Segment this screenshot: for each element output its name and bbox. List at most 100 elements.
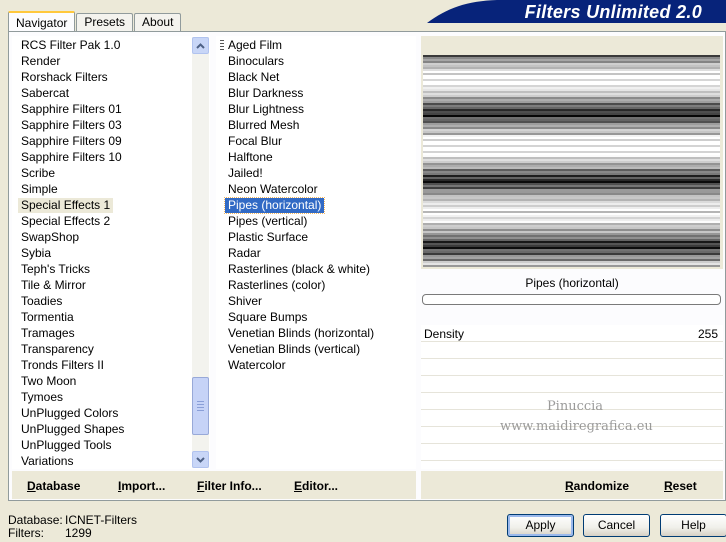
preview-stripe — [423, 147, 720, 149]
category-list[interactable]: RCS Filter Pak 1.0 Render Rorshack Filters… — [12, 36, 210, 469]
preview-stripe — [423, 171, 720, 173]
preview-stripe — [423, 79, 720, 81]
chevron-up-icon — [196, 42, 205, 49]
cancel-button[interactable]: Cancel — [583, 514, 650, 537]
category-item[interactable]: Simple — [18, 182, 61, 197]
category-item[interactable]: Sapphire Filters 03 — [18, 118, 125, 133]
filter-item[interactable]: Blurred Mesh — [225, 118, 302, 133]
preview-stripe — [423, 255, 720, 257]
category-item[interactable]: Toadies — [18, 294, 65, 309]
preview-stripe — [423, 125, 720, 127]
preview-stripe — [423, 219, 720, 221]
preview-stripe — [423, 177, 720, 179]
category-item[interactable]: Transparency — [18, 342, 97, 357]
filter-item[interactable]: Pipes (horizontal) — [223, 197, 326, 214]
filter-item[interactable]: Shiver — [225, 294, 265, 309]
filter-item[interactable]: Binoculars — [225, 54, 287, 69]
param-row-empty — [421, 376, 723, 393]
preview-stripe — [423, 109, 720, 111]
preview-stripe — [423, 167, 720, 169]
preview-stripe — [423, 131, 720, 133]
randomize-button[interactable]: Randomize — [565, 479, 629, 493]
preview-stripe — [423, 223, 720, 225]
category-item[interactable]: Special Effects 1 — [18, 198, 114, 213]
category-item[interactable]: Rorshack Filters — [18, 70, 111, 85]
category-item[interactable]: RCS Filter Pak 1.0 — [18, 38, 123, 53]
filter-item[interactable]: Radar — [225, 246, 264, 261]
filter-item[interactable]: Watercolor — [225, 358, 289, 373]
filter-item[interactable]: Blur Darkness — [225, 86, 306, 101]
filter-item[interactable]: Aged Film — [225, 38, 285, 53]
filter-item[interactable]: Neon Watercolor — [225, 182, 321, 197]
category-item[interactable]: UnPlugged Colors — [18, 406, 121, 421]
category-item[interactable]: Special Effects 2 — [18, 214, 113, 229]
filter-item[interactable]: Venetian Blinds (vertical) — [225, 342, 363, 357]
scroll-up-button[interactable] — [192, 37, 209, 54]
category-item[interactable]: Tile & Mirror — [18, 278, 89, 293]
preview-stripe — [423, 211, 720, 213]
preview-stripe — [423, 141, 720, 143]
category-item[interactable]: Tronds Filters II — [18, 358, 107, 373]
filter-item[interactable]: Plastic Surface — [225, 230, 311, 245]
preview-stripe — [423, 245, 720, 247]
category-item[interactable]: SwapShop — [18, 230, 82, 245]
category-item[interactable]: Sapphire Filters 10 — [18, 150, 125, 165]
filter-item[interactable]: Square Bumps — [225, 310, 310, 325]
preview-stripe — [423, 163, 720, 165]
category-item[interactable]: Sabercat — [18, 86, 72, 101]
preview-image — [423, 55, 720, 267]
category-item[interactable]: Tormentia — [18, 310, 77, 325]
filter-item[interactable]: Jailed! — [225, 166, 266, 181]
filter-item[interactable]: Pipes (vertical) — [225, 214, 310, 229]
apply-button[interactable]: Apply — [507, 514, 574, 537]
preview-stripe — [423, 145, 720, 147]
param-value: 255 — [697, 327, 718, 341]
filter-item[interactable]: Venetian Blinds (horizontal) — [225, 326, 377, 341]
preview-stripe — [423, 185, 720, 187]
category-item[interactable]: Sapphire Filters 09 — [18, 134, 125, 149]
scroll-thumb[interactable] — [192, 377, 209, 435]
filter-item[interactable]: Rasterlines (black & white) — [225, 262, 373, 277]
category-item[interactable]: Tymoes — [18, 390, 66, 405]
category-item[interactable]: Variations — [18, 454, 76, 469]
category-item[interactable]: Sapphire Filters 01 — [18, 102, 125, 117]
category-item[interactable]: Sybia — [18, 246, 54, 261]
filter-item[interactable]: Blur Lightness — [225, 102, 307, 117]
preview-stripe — [423, 227, 720, 229]
preview-stripe — [423, 75, 720, 77]
category-scrollbar[interactable] — [192, 37, 209, 468]
category-item[interactable]: Two Moon — [18, 374, 79, 389]
preview-stripe — [423, 205, 720, 207]
watermark-url: www.maidiregrafica.eu — [500, 419, 653, 434]
preview-stripe — [423, 195, 720, 197]
category-item[interactable]: Teph's Tricks — [18, 262, 93, 277]
filter-item[interactable]: Rasterlines (color) — [225, 278, 328, 293]
database-button[interactable]: Database — [27, 479, 80, 493]
category-item[interactable]: Tramages — [18, 326, 78, 341]
category-item[interactable]: Render — [18, 54, 63, 69]
category-item[interactable]: UnPlugged Shapes — [18, 422, 127, 437]
tab-navigator[interactable]: Navigator — [8, 11, 76, 32]
category-item[interactable]: Scribe — [18, 166, 58, 181]
filter-info-button[interactable]: Filter Info... — [197, 479, 262, 493]
preview-stripe — [423, 265, 720, 267]
preview-stripe — [423, 257, 720, 259]
filter-item[interactable]: Halftone — [225, 150, 276, 165]
category-item[interactable]: UnPlugged Tools — [18, 438, 115, 453]
progress-bar — [422, 294, 721, 305]
preview-stripe — [423, 199, 720, 201]
editor-button[interactable]: Editor... — [294, 479, 338, 493]
preview-stripe — [423, 87, 720, 89]
preview-stripe — [423, 175, 720, 177]
help-button[interactable]: Help — [660, 514, 726, 537]
tab-presets[interactable]: Presets — [76, 13, 134, 31]
param-row-density[interactable]: Density 255 — [421, 325, 723, 342]
filter-item[interactable]: Black Net — [225, 70, 282, 85]
filter-item[interactable]: Focal Blur — [225, 134, 285, 149]
import-button[interactable]: Import... — [118, 479, 165, 493]
tab-about[interactable]: About — [134, 13, 182, 31]
scroll-down-button[interactable] — [192, 451, 209, 468]
filter-list[interactable]: Aged Film Binoculars Black Net Blur Darknes… — [216, 36, 416, 469]
reset-button[interactable]: Reset — [664, 479, 697, 493]
preview-stripe — [423, 187, 720, 189]
